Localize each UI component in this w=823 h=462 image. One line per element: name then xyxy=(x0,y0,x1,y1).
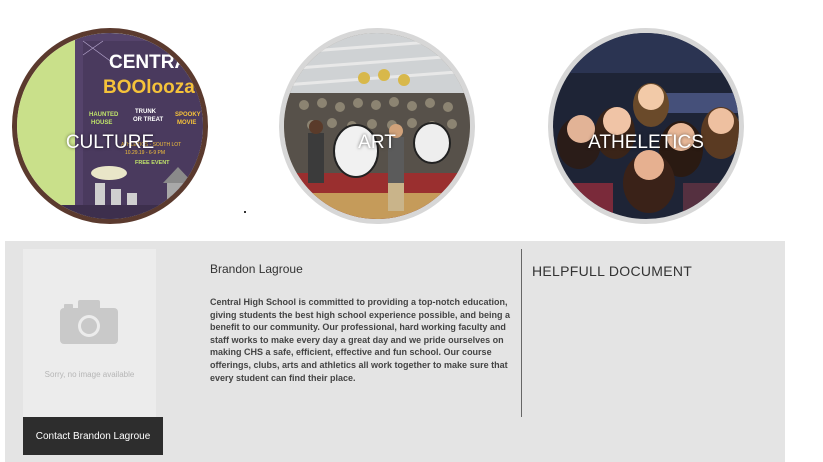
athletics-photo-image xyxy=(553,33,739,219)
svg-text:FREE EVENT: FREE EVENT xyxy=(135,160,170,166)
boolooza-poster-image: CENTRAL BOOlooza HAUNTED HOUSE TRUNK OR … xyxy=(17,33,203,219)
svg-text:HOUSE: HOUSE xyxy=(91,120,112,126)
column-divider xyxy=(521,249,522,417)
staff-profile-panel: Sorry, no image available Contact Brando… xyxy=(5,241,785,462)
documents-heading: HELPFULL DOCUMENT xyxy=(532,263,693,279)
band-photo-image xyxy=(284,33,470,219)
stray-dot xyxy=(244,211,246,213)
profile-image-placeholder: Sorry, no image available xyxy=(23,249,156,417)
svg-text:OR TREAT: OR TREAT xyxy=(133,117,164,123)
no-image-text: Sorry, no image available xyxy=(44,370,135,379)
staff-bio: Central High School is committed to prov… xyxy=(210,297,511,383)
svg-text:MOVIE: MOVIE xyxy=(177,120,196,126)
svg-text:BOOlooza: BOOlooza xyxy=(103,77,195,98)
camera-icon xyxy=(60,300,118,344)
svg-text:CENTRAL: CENTRAL xyxy=(109,52,200,73)
contact-button[interactable]: Contact Brandon Lagroue xyxy=(23,417,163,455)
svg-text:TRUNK: TRUNK xyxy=(135,109,157,115)
svg-text:SPOOKY: SPOOKY xyxy=(175,112,201,118)
athletics-label: ATHELETICS xyxy=(588,132,704,153)
athletics-category-link[interactable]: ATHELETICS xyxy=(548,28,744,224)
art-label: ART xyxy=(358,132,396,153)
staff-name: Brandon Lagroue xyxy=(210,262,303,276)
art-category-link[interactable]: ART xyxy=(279,28,475,224)
svg-text:HAUNTED: HAUNTED xyxy=(89,112,119,118)
culture-category-link[interactable]: CENTRAL BOOlooza HAUNTED HOUSE TRUNK OR … xyxy=(12,28,208,224)
culture-label: CULTURE xyxy=(65,132,155,153)
